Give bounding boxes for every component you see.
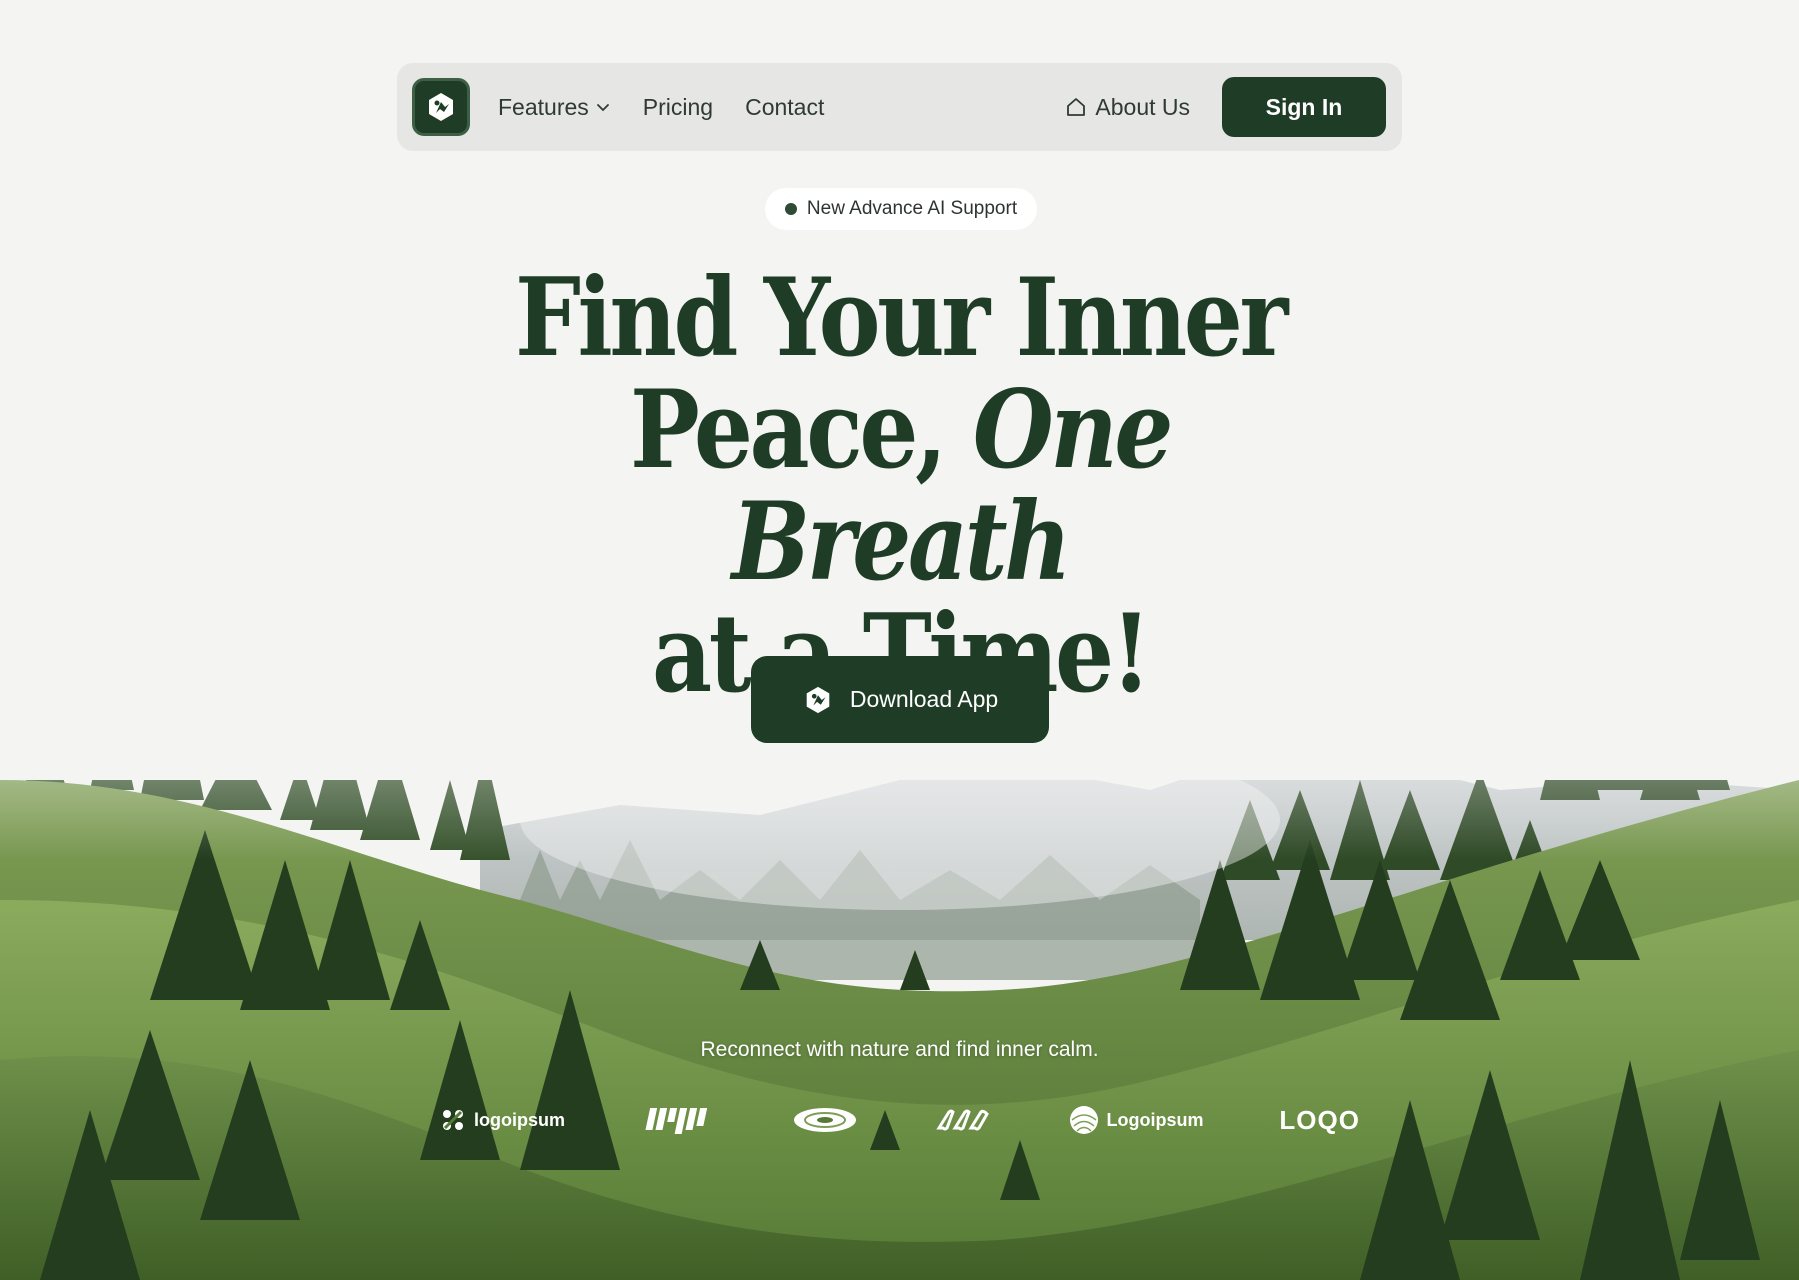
partner-logo-5: Logoipsum — [1069, 1105, 1204, 1135]
nav-right: About Us Sign In — [1065, 77, 1386, 137]
nav-contact[interactable]: Contact — [745, 94, 824, 121]
partner-logo-1-text: logoipsum — [474, 1109, 565, 1130]
partner-logo-6: LOQO — [1279, 1105, 1360, 1136]
partner-logo-5-text: Logoipsum — [1106, 1109, 1204, 1130]
logoipsum-mark-icon — [443, 1110, 463, 1130]
download-app-label: Download App — [849, 686, 999, 712]
home-icon — [1067, 98, 1086, 116]
hero-headline: Find Your Inner Peace, One Breath at a T… — [470, 262, 1330, 710]
nav-links: Features Pricing Contact — [498, 94, 824, 121]
nav-pricing[interactable]: Pricing — [643, 94, 713, 121]
partner-logo-4 — [933, 1106, 993, 1134]
partner-logo-3 — [793, 1106, 857, 1134]
logo-wordmark-icon — [645, 1108, 708, 1134]
headline-line-1: Find Your Inner — [515, 255, 1288, 381]
nav-about-label: About Us — [1095, 93, 1190, 120]
announcement-badge[interactable]: New Advance AI Support — [765, 188, 1037, 230]
tagline: Reconnect with nature and find inner cal… — [700, 1038, 1099, 1061]
nav-about-us[interactable]: About Us — [1065, 94, 1190, 121]
partner-logo-2 — [641, 1104, 717, 1136]
disc-logo-icon — [793, 1108, 856, 1132]
chevron-down-icon — [596, 104, 609, 112]
globe-logo-icon — [1069, 1106, 1098, 1134]
brand-logo[interactable] — [412, 78, 470, 136]
chain-logo-icon — [935, 1109, 989, 1131]
nav-features-label: Features — [498, 93, 589, 120]
partner-logos: logoipsum Logoipsum LOQO — [440, 1100, 1360, 1140]
nav-features[interactable]: Features — [498, 94, 611, 121]
partner-logo-1: logoipsum — [440, 1107, 565, 1133]
status-dot-icon — [784, 203, 797, 215]
headline-line-2-plain: Peace, — [629, 367, 973, 493]
badge-text: New Advance AI Support — [806, 198, 1018, 219]
partner-logo-6-text: LOQO — [1279, 1104, 1360, 1135]
leaf-bird-icon — [806, 686, 830, 713]
download-app-button[interactable]: Download App — [751, 656, 1049, 743]
sign-in-button[interactable]: Sign In — [1222, 77, 1386, 137]
leaf-bird-icon — [429, 93, 453, 121]
top-navbar: Features Pricing Contact About Us Sign I… — [397, 63, 1402, 151]
